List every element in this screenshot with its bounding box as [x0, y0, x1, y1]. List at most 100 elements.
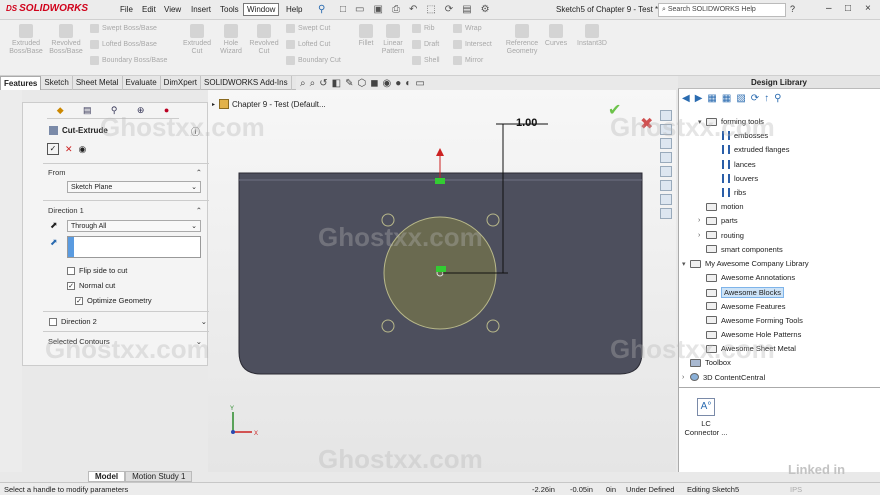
flip-side-checkbox[interactable]: Flip side to cut	[67, 266, 127, 275]
help-icon[interactable]: ?	[790, 4, 795, 14]
fillet-button[interactable]: Fillet	[354, 24, 378, 48]
back-icon[interactable]: ◀	[682, 93, 690, 104]
view-settings-icon[interactable]: ▭	[415, 78, 424, 90]
library-tree-item[interactable]: extruded flanges	[714, 145, 789, 155]
previous-view-icon[interactable]: ↺	[319, 78, 327, 90]
appearances-tab-icon[interactable]	[660, 166, 672, 177]
close-icon[interactable]: ×	[865, 3, 871, 14]
tab-motion-study[interactable]: Motion Study 1	[125, 471, 193, 482]
zoom-fit-icon[interactable]: ⌕	[300, 78, 306, 90]
lofted-boss-button[interactable]: Lofted Boss/Base	[90, 40, 167, 49]
expand-arrow-icon[interactable]: ▾	[682, 260, 690, 268]
boundary-cut-button[interactable]: Boundary Cut	[286, 56, 341, 65]
tab-evaluate[interactable]: Evaluate	[123, 76, 161, 90]
forward-icon[interactable]: ▶	[695, 93, 703, 104]
library-tree-item[interactable]: smart components	[698, 245, 783, 254]
swept-boss-button[interactable]: Swept Boss/Base	[90, 24, 167, 33]
library-item-lc-connector[interactable]: A° LC Connector ...	[682, 398, 730, 437]
curves-button[interactable]: Curves	[542, 24, 570, 48]
tab-sheet-metal[interactable]: Sheet Metal	[73, 76, 123, 90]
open-icon[interactable]: ▭	[355, 4, 364, 15]
rib-button[interactable]: Rib	[412, 24, 440, 33]
minimize-icon[interactable]: –	[826, 3, 832, 14]
direction-selection-box[interactable]	[67, 236, 201, 258]
library-tree-item[interactable]: Awesome Annotations	[698, 273, 795, 282]
hole-wizard-button[interactable]: Hole Wizard	[214, 24, 248, 56]
expand-arrow-icon[interactable]: ›	[698, 232, 706, 239]
lofted-cut-button[interactable]: Lofted Cut	[286, 40, 341, 49]
appearance-icon[interactable]: ●	[395, 78, 401, 90]
tab-features[interactable]: Features	[0, 76, 42, 90]
up-icon[interactable]: ↑	[764, 93, 769, 104]
property-manager-icon[interactable]: ▤	[83, 105, 92, 118]
library-tree-item[interactable]: › parts	[698, 216, 738, 225]
status-units[interactable]: IPS	[790, 485, 802, 494]
select-icon[interactable]: ⬚	[426, 4, 435, 15]
hide-show-icon[interactable]: ◉	[383, 78, 392, 90]
instant3d-button[interactable]: Instant3D	[572, 24, 612, 48]
undo-icon[interactable]: ↶	[409, 4, 417, 15]
menu-insert[interactable]: Insert	[191, 5, 211, 14]
rebuild-icon[interactable]: ⟳	[445, 4, 453, 15]
boundary-boss-button[interactable]: Boundary Boss/Base	[90, 56, 167, 65]
menu-tools[interactable]: Tools	[220, 5, 239, 14]
menu-edit[interactable]: Edit	[142, 5, 156, 14]
menu-help[interactable]: Help	[286, 5, 302, 14]
print-icon[interactable]: ⎙	[392, 4, 400, 15]
shell-button[interactable]: Shell	[412, 56, 440, 65]
zoom-area-icon[interactable]: ⌕	[310, 78, 316, 90]
revolved-boss-button[interactable]: Revolved Boss/Base	[46, 24, 86, 56]
library-tree-item[interactable]: motion	[698, 202, 744, 211]
feature-manager-icon[interactable]: ◆	[57, 105, 64, 118]
tab-model[interactable]: Model	[88, 471, 126, 482]
mirror-button[interactable]: Mirror	[453, 56, 492, 65]
save-icon[interactable]: ▣	[374, 4, 383, 15]
library-tree-item[interactable]: › 3D ContentCentral	[682, 373, 765, 382]
new-icon[interactable]: □	[340, 4, 346, 15]
optimize-geometry-checkbox[interactable]: ✓ Optimize Geometry	[75, 296, 152, 305]
search-input[interactable]: ⌕ Search SOLIDWORKS Help	[658, 3, 786, 17]
wrap-button[interactable]: Wrap	[453, 24, 492, 33]
drag-handle-top[interactable]	[435, 178, 445, 184]
linear-pattern-button[interactable]: Linear Pattern	[378, 24, 408, 56]
view-orientation-icon[interactable]: ⬡	[357, 78, 366, 90]
end-condition-select[interactable]: Through All ⌄	[67, 220, 201, 232]
menu-view[interactable]: View	[164, 5, 181, 14]
revolved-cut-button[interactable]: Revolved Cut	[246, 24, 282, 56]
forum-tab-icon[interactable]	[660, 194, 672, 205]
display-style-icon[interactable]: ◼	[370, 78, 378, 90]
direction2-section-header[interactable]: Direction 2 ⌄	[49, 317, 207, 326]
menu-file[interactable]: File	[120, 5, 133, 14]
tab-dimxpert[interactable]: DimXpert	[161, 76, 202, 90]
normal-cut-checkbox[interactable]: ✓ Normal cut	[67, 281, 115, 290]
view-palette-tab-icon[interactable]	[660, 152, 672, 163]
options-icon[interactable]: ⚙	[481, 4, 490, 15]
maximize-icon[interactable]: □	[845, 3, 851, 14]
cancel-icon[interactable]: ✕	[65, 144, 73, 155]
extruded-boss-button[interactable]: Extruded Boss/Base	[6, 24, 46, 56]
graphics-area[interactable]: ▸ Chapter 9 - Test (Default... ✔ ✖ Y X 1…	[208, 90, 676, 472]
ok-icon[interactable]: ✓	[47, 143, 59, 155]
direction-arrowhead[interactable]	[436, 148, 444, 156]
toolbox-icon[interactable]: ⚲	[774, 93, 781, 104]
direction1-section-header[interactable]: Direction 1 ⌃	[43, 206, 207, 215]
section-view-icon[interactable]: ◧	[332, 78, 341, 90]
extruded-cut-button[interactable]: Extruded Cut	[178, 24, 216, 56]
draft-button[interactable]: Draft	[412, 40, 440, 49]
from-section-header[interactable]: From ⌃	[43, 168, 207, 177]
from-select[interactable]: Sketch Plane ⌄	[67, 181, 201, 193]
pin-tab-icon[interactable]	[660, 208, 672, 219]
reference-geometry-button[interactable]: Reference Geometry	[500, 24, 544, 56]
dynamic-annotation-icon[interactable]: ✎	[345, 78, 353, 90]
pin-icon[interactable]: ⚲	[318, 4, 325, 15]
dimension-value[interactable]: 1.00	[516, 117, 537, 129]
library-tree-item[interactable]: Awesome Features	[698, 302, 785, 311]
library-tree-item[interactable]: Awesome Forming Tools	[698, 316, 803, 325]
preview-eye-icon[interactable]: ◉	[79, 144, 87, 155]
library-tree-item[interactable]: louvers	[714, 173, 758, 183]
library-tree-item[interactable]: Awesome Blocks	[698, 287, 784, 299]
reverse-direction-icon[interactable]: ⬈	[50, 220, 58, 231]
refresh-icon[interactable]: ⟳	[751, 93, 759, 104]
menu-window[interactable]: Window	[243, 3, 280, 16]
expand-arrow-icon[interactable]: ›	[698, 217, 706, 224]
